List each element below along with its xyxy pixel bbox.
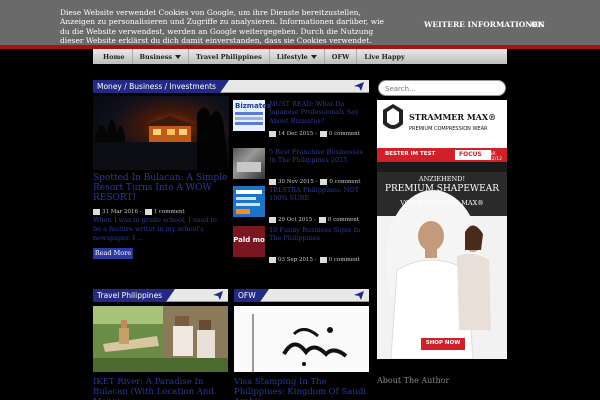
post-comments[interactable]: 0 comment <box>328 217 359 223</box>
ad-shop-now-button[interactable]: SHOP NOW <box>421 340 465 346</box>
section-header-travel: Travel Philippines <box>93 289 228 302</box>
featured-date: 31 Mar 2016 - <box>102 209 142 215</box>
post-date: 29 Oct 2015 - <box>278 217 316 223</box>
post-thumbnail[interactable]: Bizmates <box>233 100 271 131</box>
post-date: 14 Dec 2015 - <box>278 131 317 137</box>
featured-meta: 31 Mar 2016 - 1 comment <box>93 209 185 215</box>
travel-post-image[interactable] <box>93 306 228 372</box>
nav-item-business[interactable]: Business <box>133 49 190 64</box>
post-meta: 03 Sep 2015 - 0 comment <box>269 257 360 263</box>
post-meta: 30 Nov 2015 - 0 comment <box>269 179 360 185</box>
post-thumbnail[interactable] <box>233 186 265 217</box>
cookie-banner: Diese Website verwendet Cookies von Goog… <box>0 0 600 45</box>
nav-label: OFW <box>331 52 350 61</box>
list-item: 5 Best Franchise Businesses In The Phili… <box>233 148 368 185</box>
ad-brand: STRAMMER MAX® <box>409 112 497 122</box>
caret-down-icon <box>175 54 182 59</box>
nav-label: Live Happy <box>364 52 405 61</box>
comment-icon <box>319 131 327 137</box>
comment-icon <box>318 217 326 223</box>
advertisement[interactable]: STRAMMER MAX® PREMIUM COMPRESSION WEAR B… <box>377 100 507 359</box>
ad-line3: VON STRAMMER MAX® <box>400 199 484 207</box>
main-nav: Home Business Travel Philippines Lifesty… <box>93 49 507 64</box>
list-item: TELSTRA Philippines: NOT 100% SURE 29 Oc… <box>233 186 368 223</box>
ad-line1: ANZIEHEND! <box>418 175 466 183</box>
send-icon <box>213 291 223 300</box>
send-icon <box>354 82 364 91</box>
more-info-link[interactable]: WEITERE INFORMATIONEN <box>424 20 545 29</box>
calendar-icon <box>269 217 276 223</box>
list-item: Pald mo 19 Funny Business Signs In The P… <box>233 226 368 263</box>
post-comments[interactable]: 0 comment <box>329 179 360 185</box>
ad-focus-issue: NR. 42/12 <box>489 152 502 162</box>
thumb-text: Bizmates <box>235 102 272 110</box>
nav-item-home[interactable]: Home <box>93 49 133 64</box>
featured-image[interactable] <box>93 96 229 170</box>
section-title[interactable]: Money / Business / Investments <box>93 80 229 93</box>
post-title[interactable]: TELSTRA Philippines: NOT 100% SURE <box>269 186 369 203</box>
search-input[interactable] <box>385 83 495 94</box>
ad-focus-logo: FOCUS <box>459 151 482 158</box>
post-meta: 29 Oct 2015 - 0 comment <box>269 217 359 223</box>
post-title[interactable]: 19 Funny Business Signs In The Philippin… <box>269 226 369 243</box>
post-date: 30 Nov 2015 - <box>278 179 318 185</box>
nav-item-lifestyle[interactable]: Lifestyle <box>270 49 325 64</box>
ofw-post-title[interactable]: Visa Stamping In The Philippines: Kingdo… <box>234 377 374 400</box>
nav-item-ofw[interactable]: OFW <box>325 49 358 64</box>
cookie-ok-button[interactable]: OK <box>531 20 544 29</box>
post-meta: 14 Dec 2015 - 0 comment <box>269 131 360 137</box>
nav-item-travel-philippines[interactable]: Travel Philippines <box>189 49 270 64</box>
nav-label: Home <box>103 52 125 61</box>
about-author-title: About The Author <box>377 376 450 385</box>
send-icon <box>354 291 364 300</box>
featured-comments[interactable]: 1 comment <box>154 209 185 215</box>
ad-brand-sub: PREMIUM COMPRESSION WEAR <box>409 126 488 132</box>
section-header-ofw: OFW <box>234 289 369 302</box>
nav-label: Business <box>139 52 173 61</box>
travel-post-title[interactable]: IKET River: A Paradise In Bulacan (With … <box>93 377 233 400</box>
nav-item-live-happy[interactable]: Live Happy <box>357 49 411 64</box>
nav-label: Travel Philippines <box>196 52 262 61</box>
ad-test-label: BESTER IM TEST <box>385 151 436 157</box>
post-date: 03 Sep 2015 - <box>278 257 317 263</box>
list-item: Bizmates MUST READ: What Do Japanese Pro… <box>233 100 368 137</box>
calendar-icon <box>93 209 100 215</box>
ad-graphic <box>377 100 507 359</box>
featured-excerpt: When I was in grade school, I used to be… <box>93 216 217 242</box>
ad-line2: PREMIUM SHAPEWEAR <box>384 184 500 194</box>
post-comments[interactable]: 0 comment <box>329 131 360 137</box>
calendar-icon <box>269 257 276 263</box>
calendar-icon <box>269 179 276 185</box>
post-comments[interactable]: 0 comment <box>329 257 360 263</box>
ofw-post-image[interactable] <box>234 306 369 372</box>
comment-icon <box>319 257 327 263</box>
post-thumbnail[interactable] <box>233 148 265 179</box>
calendar-icon <box>269 131 276 137</box>
read-more-button[interactable]: Read More <box>93 248 133 259</box>
section-title[interactable]: OFW <box>234 289 269 302</box>
section-title[interactable]: Travel Philippines <box>93 289 176 302</box>
nav-label: Lifestyle <box>276 52 308 61</box>
thumb-text: Pald mo <box>233 236 265 244</box>
post-thumbnail[interactable]: Pald mo <box>233 226 265 257</box>
caret-down-icon <box>310 54 317 59</box>
post-title[interactable]: MUST READ: What Do Japanese Professional… <box>269 100 369 125</box>
comment-icon <box>144 209 152 215</box>
comment-icon <box>320 179 328 185</box>
featured-title[interactable]: Spotted In Bulacan: A Simple Resort Turn… <box>93 173 231 203</box>
section-header-money: Money / Business / Investments <box>93 80 369 93</box>
search-box <box>378 80 506 96</box>
cookie-text: Diese Website verwendet Cookies von Goog… <box>60 8 384 45</box>
post-title[interactable]: 5 Best Franchise Businesses In The Phili… <box>269 148 369 165</box>
